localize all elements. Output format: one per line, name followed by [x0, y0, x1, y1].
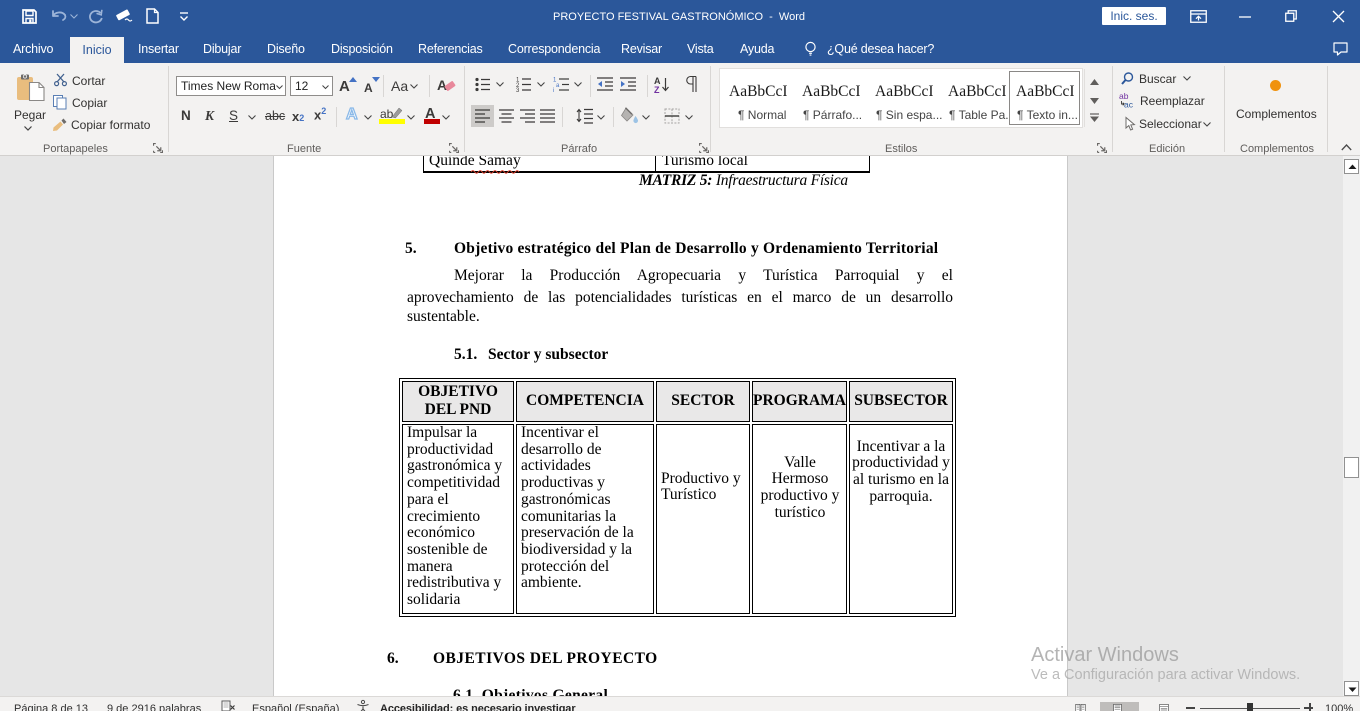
svg-text:Z: Z — [654, 85, 660, 95]
svg-text:3: 3 — [516, 88, 520, 94]
svg-text:i: i — [553, 88, 554, 94]
svg-text:ac: ac — [1124, 100, 1134, 110]
svg-text:a: a — [556, 83, 560, 89]
